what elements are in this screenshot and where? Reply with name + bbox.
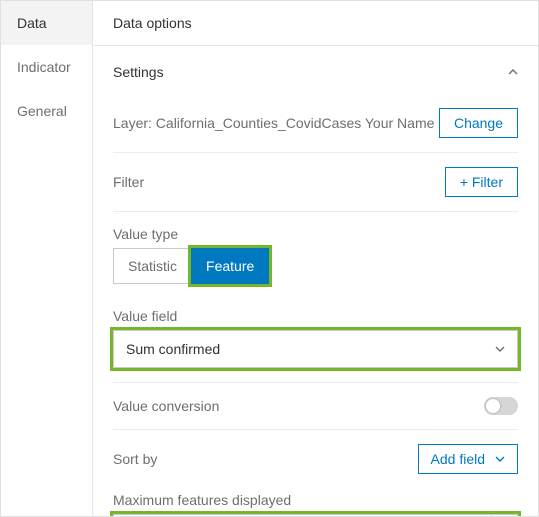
sort-by-row: Sort by Add field [113,429,518,488]
value-field-select[interactable]: Sum confirmed [113,330,518,368]
sidebar-item-data[interactable]: Data [1,1,92,45]
panel-title: Data options [113,15,192,31]
layer-label: Layer: California_Counties_CovidCases Yo… [113,115,434,131]
value-conversion-label: Value conversion [113,398,219,414]
max-features-section: Maximum features displayed [113,488,518,516]
sidebar-item-label: Data [17,15,47,31]
panel-header: Data options [93,1,538,46]
toggle-knob [486,399,500,413]
step-up-button[interactable] [492,515,517,516]
seg-label: Statistic [128,258,177,274]
config-window: Data Indicator General Data options Sett… [0,0,539,517]
main-panel: Data options Settings Layer: California_… [93,1,538,516]
value-type-section: Value type Statistic Feature [113,211,518,298]
value-conversion-row: Value conversion [113,382,518,429]
chevron-down-icon [495,454,505,464]
value-type-statistic[interactable]: Statistic [113,248,192,284]
sidebar-item-label: Indicator [17,59,71,75]
max-features-input[interactable] [114,515,491,516]
layer-row: Layer: California_Counties_CovidCases Yo… [113,94,518,152]
settings-title: Settings [113,64,164,80]
value-field-value: Sum confirmed [126,341,220,357]
change-button[interactable]: Change [439,108,518,138]
sidebar-item-indicator[interactable]: Indicator [1,45,92,89]
seg-label: Feature [206,258,254,274]
sort-by-label: Sort by [113,451,157,467]
add-field-button-label: Add field [431,451,485,467]
value-conversion-toggle[interactable] [484,397,518,415]
value-field-section: Value field Sum confirmed [113,298,518,382]
sidebar-item-label: General [17,103,67,119]
add-filter-button[interactable]: + Filter [445,167,518,197]
filter-label: Filter [113,174,144,190]
change-button-label: Change [454,115,503,131]
value-field-label: Value field [113,308,518,324]
max-features-label: Maximum features displayed [113,492,518,508]
panel-content: Settings Layer: California_Counties_Covi… [93,46,538,516]
value-type-group: Statistic Feature [113,248,518,284]
max-features-spinner [113,514,518,516]
add-field-button[interactable]: Add field [418,444,518,474]
chevron-up-icon [508,67,518,77]
filter-row: Filter + Filter [113,152,518,211]
value-type-feature[interactable]: Feature [191,248,269,284]
sidebar: Data Indicator General [1,1,93,516]
sidebar-item-general[interactable]: General [1,89,92,133]
spinner-buttons [491,515,517,516]
value-type-label: Value type [113,226,518,242]
add-filter-button-label: + Filter [460,174,503,190]
chevron-down-icon [495,344,505,354]
settings-header[interactable]: Settings [113,46,518,94]
